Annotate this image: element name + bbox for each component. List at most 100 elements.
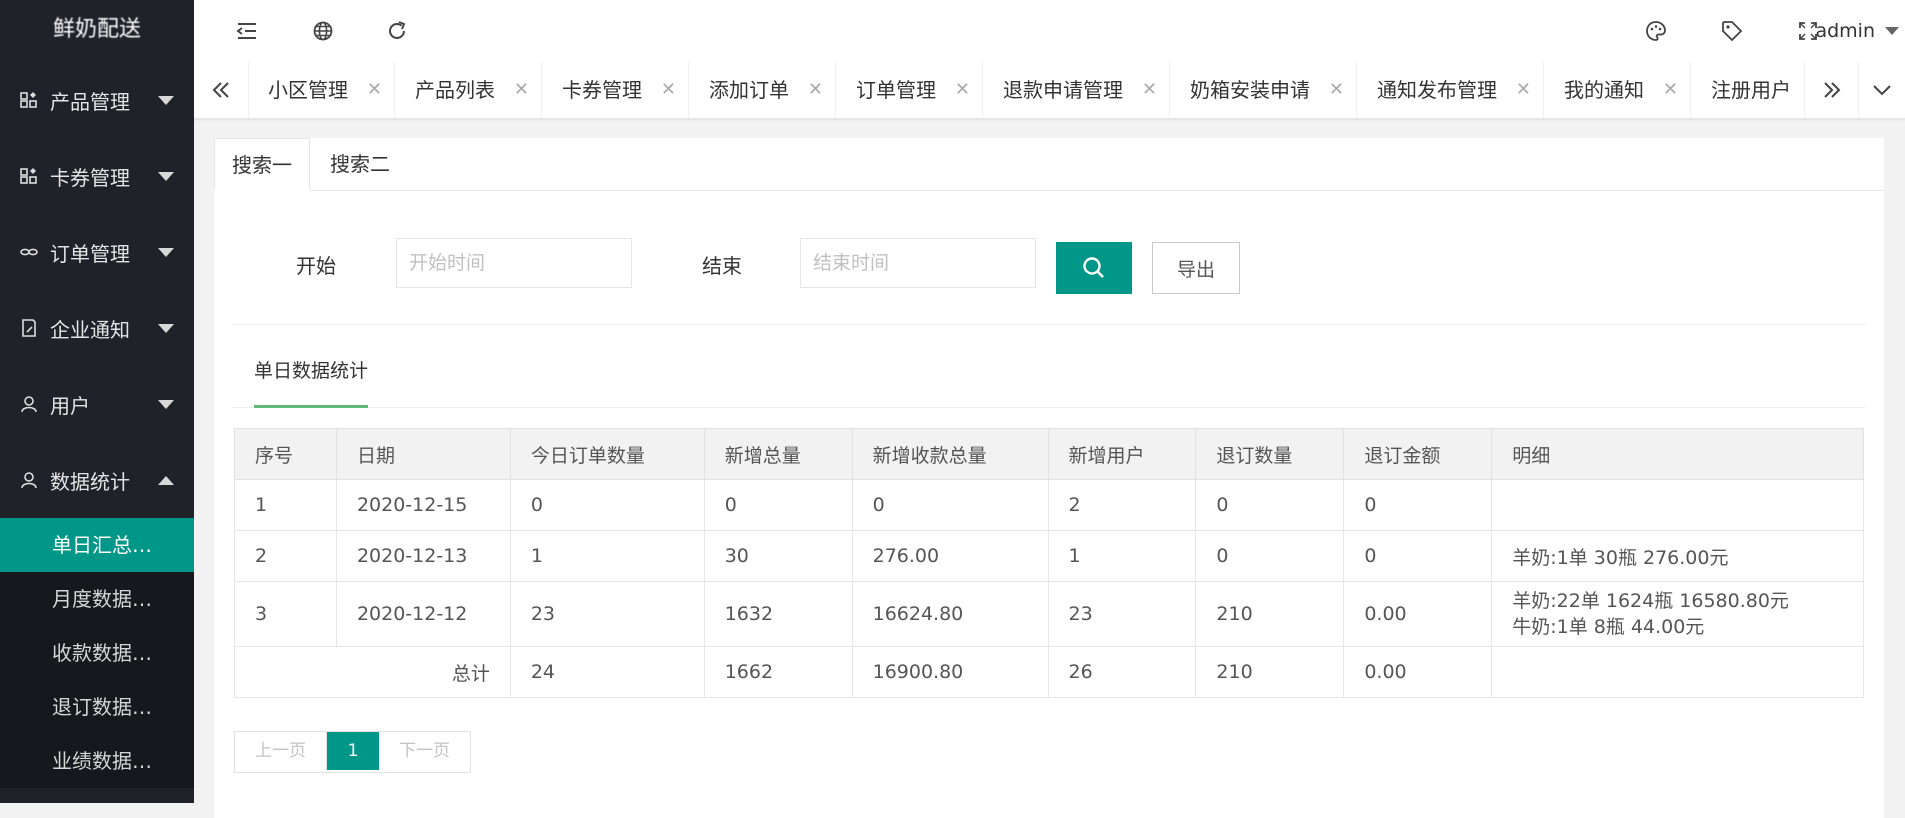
close-icon[interactable]: ✕: [1663, 62, 1678, 118]
sidebar-subitem-payments[interactable]: 收款数据统计: [0, 626, 194, 680]
search-button[interactable]: [1056, 242, 1132, 294]
column-header[interactable]: 明细: [1491, 428, 1864, 480]
total-new-users: 26: [1047, 646, 1197, 698]
table-row[interactable]: 3 2020-12-12 23 1632 16624.80 23 210 0.0…: [234, 581, 1864, 647]
tab-search-two[interactable]: 搜索二: [310, 138, 410, 190]
section-tab-daily-stats[interactable]: 单日数据统计: [254, 356, 368, 383]
caret-down-icon: [158, 324, 174, 333]
sidebar-subitem-daily[interactable]: 单日汇总数据: [0, 518, 194, 572]
palette-icon[interactable]: [1643, 18, 1669, 44]
tab-coupons[interactable]: 卡券管理 ✕: [542, 62, 689, 118]
cell-refund-amount: 0: [1343, 530, 1493, 582]
tab-add-order[interactable]: 添加订单 ✕: [689, 62, 836, 118]
tabs-scroll-right-button[interactable]: [1804, 62, 1859, 118]
cell-new-users: 23: [1047, 581, 1197, 647]
tab-my-notices[interactable]: 我的通知 ✕: [1544, 62, 1691, 118]
close-icon[interactable]: ✕: [1142, 62, 1157, 118]
page-number-current[interactable]: 1: [327, 732, 379, 770]
column-header[interactable]: 日期: [335, 428, 511, 480]
tab-products[interactable]: 产品列表 ✕: [395, 62, 542, 118]
page-tab-bar: 小区管理 ✕ 产品列表 ✕ 卡券管理 ✕ 添加订单 ✕ 订单管理 ✕ 退款申请管理 ✕ 奶箱安装申请 ✕ 通…: [194, 62, 1905, 119]
tab-orders[interactable]: 订单管理 ✕: [836, 62, 983, 118]
export-button[interactable]: 导出: [1152, 242, 1240, 294]
tab-search-one[interactable]: 搜索一: [214, 138, 310, 191]
tag-icon[interactable]: [1719, 18, 1745, 44]
divider: [232, 407, 1866, 408]
cell-index: 3: [234, 581, 337, 647]
start-time-input[interactable]: [396, 238, 632, 288]
cell-refund-amount: 0: [1343, 479, 1493, 531]
cell-amount: 0: [851, 479, 1049, 531]
double-chevron-right-icon: [1824, 82, 1841, 98]
globe-icon[interactable]: [310, 18, 336, 44]
sidebar-item-statistics[interactable]: 数据统计: [0, 442, 194, 518]
user-menu[interactable]: admin: [1815, 0, 1905, 62]
grid-icon: [18, 89, 40, 111]
app-logo[interactable]: 鲜奶配送: [0, 0, 194, 62]
sidebar-item-label: 用户: [50, 393, 90, 418]
refresh-icon[interactable]: [384, 18, 410, 44]
sidebar-item-notices[interactable]: 企业通知: [0, 290, 194, 366]
column-header[interactable]: 新增用户: [1047, 428, 1197, 480]
total-amount: 16900.80: [851, 646, 1049, 698]
tab-registered-users[interactable]: 注册用户✕: [1691, 62, 1805, 118]
menu-collapse-icon[interactable]: [234, 18, 260, 44]
sidebar-item-label: 产品管理: [50, 89, 130, 114]
sidebar-item-orders[interactable]: 订单管理: [0, 214, 194, 290]
sidebar-item-label: 数据统计: [50, 469, 130, 494]
next-page-button[interactable]: 下一页: [379, 732, 470, 770]
close-icon[interactable]: ✕: [661, 62, 676, 118]
tab-label: 小区管理: [268, 78, 348, 102]
cell-amount: 276.00: [851, 530, 1049, 582]
column-header[interactable]: 新增收款总量: [851, 428, 1049, 480]
cell-date: 2020-12-12: [335, 581, 511, 647]
table-row[interactable]: 1 2020-12-15 0 0 0 2 0 0: [234, 479, 1864, 531]
sidebar-item-products[interactable]: 产品管理: [0, 62, 194, 138]
pagination: 上一页 1 下一页: [234, 731, 471, 773]
caret-up-icon: [158, 476, 174, 485]
cell-refund-amount: 0.00: [1343, 581, 1493, 647]
cell-orders: 0: [509, 479, 705, 531]
sidebar-subitem-performance[interactable]: 业绩数据统计: [0, 734, 194, 788]
sidebar-item-users[interactable]: 用户: [0, 366, 194, 442]
cell-detail: [1491, 479, 1864, 531]
total-refund-amount: 0.00: [1343, 646, 1493, 698]
page-tabs: 小区管理 ✕ 产品列表 ✕ 卡券管理 ✕ 添加订单 ✕ 订单管理 ✕ 退款申请管理 ✕ 奶箱安装申请 ✕ 通…: [248, 62, 1805, 118]
cell-date: 2020-12-13: [335, 530, 511, 582]
close-icon[interactable]: ✕: [1516, 62, 1531, 118]
total-detail: [1491, 646, 1864, 698]
sidebar-item-label: 订单管理: [50, 241, 130, 266]
sidebar-subitem-refunds[interactable]: 退订数据统计: [0, 680, 194, 734]
tab-milkbox[interactable]: 奶箱安装申请 ✕: [1170, 62, 1357, 118]
close-icon[interactable]: ✕: [1329, 62, 1344, 118]
close-icon[interactable]: ✕: [955, 62, 970, 118]
column-header[interactable]: 今日订单数量: [509, 428, 705, 480]
column-header[interactable]: 退订数量: [1195, 428, 1345, 480]
cell-quantity: 30: [703, 530, 853, 582]
tab-notice-publish[interactable]: 通知发布管理 ✕: [1357, 62, 1544, 118]
link-icon: [18, 241, 40, 263]
end-time-input[interactable]: [800, 238, 1036, 288]
tab-community[interactable]: 小区管理 ✕: [248, 62, 395, 118]
close-icon[interactable]: ✕: [367, 62, 382, 118]
table-row[interactable]: 2 2020-12-13 1 30 276.00 1 0 0 羊奶:1单 30瓶…: [234, 530, 1864, 582]
tab-refunds[interactable]: 退款申请管理 ✕: [983, 62, 1170, 118]
tab-label: 注册用户: [1711, 78, 1791, 102]
close-icon[interactable]: ✕: [514, 62, 529, 118]
column-header[interactable]: 序号: [234, 428, 337, 480]
cell-index: 1: [234, 479, 337, 531]
detail-line: 羊奶:1单 30瓶 276.00元: [1512, 546, 1729, 569]
tabs-scroll-left-button[interactable]: [194, 62, 249, 118]
close-icon[interactable]: ✕: [808, 62, 823, 118]
top-header: admin: [194, 0, 1905, 63]
column-header[interactable]: 新增总量: [703, 428, 853, 480]
column-header[interactable]: 退订金额: [1343, 428, 1493, 480]
table-total-row[interactable]: 总计 24 1662 16900.80 26 210 0.00: [234, 646, 1864, 698]
sidebar-item-coupons[interactable]: 卡券管理: [0, 138, 194, 214]
prev-page-button[interactable]: 上一页: [235, 732, 327, 770]
total-quantity: 1662: [703, 646, 853, 698]
total-refund-qty: 210: [1195, 646, 1345, 698]
sidebar-subitem-monthly[interactable]: 月度数据统计: [0, 572, 194, 626]
tabs-menu-button[interactable]: [1858, 62, 1905, 118]
sidebar-submenu: 单日汇总数据 月度数据统计 收款数据统计 退订数据统计 业绩数据统计: [0, 518, 194, 788]
